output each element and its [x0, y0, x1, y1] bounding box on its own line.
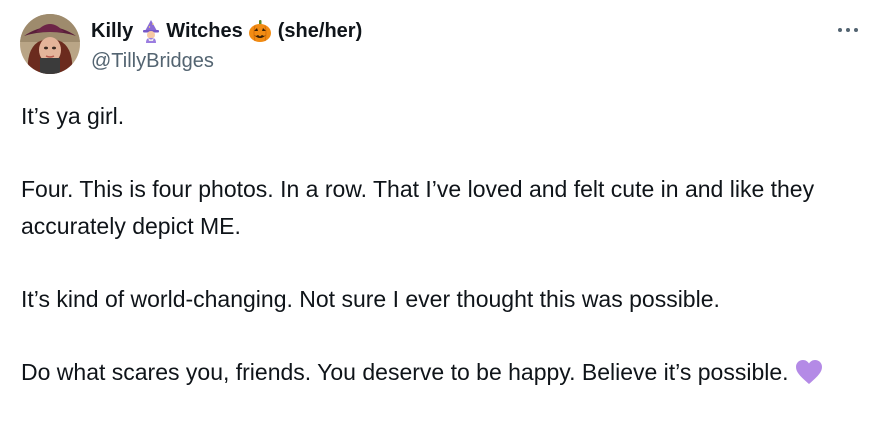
- tweet-card: Killy Witches (she/her) @TillyBridges It…: [0, 0, 882, 432]
- more-dots-icon: [838, 28, 858, 32]
- tweet-paragraph-4: Do what scares you, friends. You deserve…: [21, 359, 789, 385]
- display-name-part2: Witches: [166, 19, 243, 42]
- tweet-text: It’s ya girl. Four. This is four photos.…: [21, 98, 866, 391]
- tweet-paragraph-3: It’s kind of world-changing. Not sure I …: [21, 286, 720, 312]
- tweet-header: Killy Witches (she/her) @TillyBridges: [20, 14, 862, 78]
- pronouns: (she/her): [277, 19, 363, 42]
- author-handle[interactable]: @TillyBridges: [91, 50, 362, 73]
- purple-heart-icon: [795, 359, 823, 385]
- mage-icon: [139, 19, 163, 43]
- display-name-part1: Killy: [91, 19, 134, 42]
- tweet-paragraph-4-wrap: Do what scares you, friends. You deserve…: [21, 354, 866, 391]
- tweet-paragraph-1: It’s ya girl.: [21, 103, 125, 129]
- author-names: Killy Witches (she/her) @TillyBridges: [91, 18, 362, 73]
- more-options-button[interactable]: [834, 20, 862, 40]
- jack-o-lantern-icon: [248, 19, 272, 43]
- avatar-image: [20, 14, 80, 74]
- display-name[interactable]: Killy Witches (she/her): [91, 18, 362, 44]
- tweet-paragraph-2: Four. This is four photos. In a row. Tha…: [21, 176, 815, 239]
- avatar[interactable]: [20, 14, 80, 74]
